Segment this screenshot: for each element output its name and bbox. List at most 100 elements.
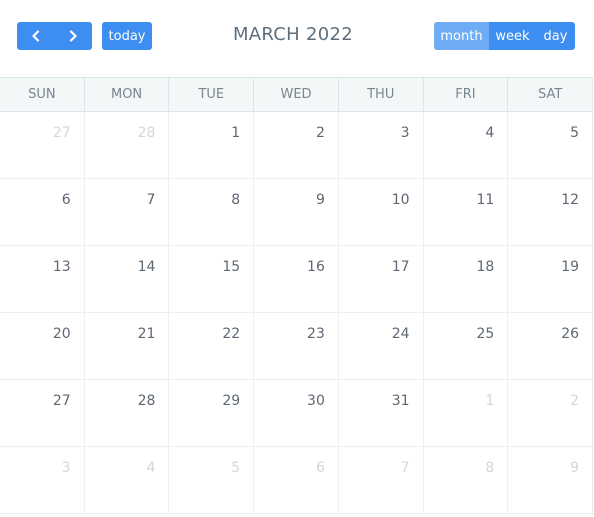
day-cell[interactable]: 8 bbox=[169, 179, 255, 245]
nav-button-group bbox=[17, 22, 92, 50]
month-grid: SUN MON TUE WED THU FRI SAT 27 28 1 2 3 4 5 6 7 8… bbox=[0, 77, 593, 515]
day-number[interactable]: 16 bbox=[307, 259, 325, 275]
day-cell[interactable]: 30 bbox=[254, 380, 339, 446]
day-cell[interactable]: 17 bbox=[339, 246, 424, 312]
day-cell[interactable]: 2 bbox=[254, 112, 339, 178]
day-cell[interactable]: 10 bbox=[339, 179, 424, 245]
view-month-button[interactable]: month bbox=[434, 22, 489, 50]
day-cell[interactable]: 7 bbox=[85, 179, 170, 245]
day-number[interactable]: 8 bbox=[231, 192, 240, 208]
next-button[interactable] bbox=[55, 22, 92, 50]
day-cell[interactable]: 18 bbox=[424, 246, 509, 312]
day-number[interactable]: 17 bbox=[392, 259, 410, 275]
day-number[interactable]: 30 bbox=[307, 393, 325, 409]
day-number[interactable]: 7 bbox=[147, 192, 156, 208]
day-cell[interactable]: 25 bbox=[424, 313, 509, 379]
day-number[interactable]: 3 bbox=[401, 125, 410, 141]
day-number[interactable]: 9 bbox=[316, 192, 325, 208]
prev-button[interactable] bbox=[18, 22, 55, 50]
day-cell[interactable]: 5 bbox=[508, 112, 592, 178]
chevron-right-icon bbox=[69, 30, 77, 42]
day-number[interactable]: 1 bbox=[231, 125, 240, 141]
day-cell[interactable]: 22 bbox=[169, 313, 255, 379]
day-number[interactable]: 5 bbox=[231, 460, 240, 476]
day-number[interactable]: 10 bbox=[392, 192, 410, 208]
day-cell-other-month[interactable]: 5 bbox=[169, 447, 255, 513]
day-cell-other-month[interactable]: 1 bbox=[424, 380, 509, 446]
day-number[interactable]: 31 bbox=[392, 393, 410, 409]
day-cell[interactable]: 9 bbox=[254, 179, 339, 245]
week-row: 20 21 22 23 24 25 26 bbox=[0, 313, 592, 380]
day-cell-other-month[interactable]: 4 bbox=[85, 447, 170, 513]
day-number[interactable]: 9 bbox=[570, 460, 579, 476]
day-number[interactable]: 1 bbox=[485, 393, 494, 409]
day-cell[interactable]: 27 bbox=[0, 380, 85, 446]
day-number[interactable]: 5 bbox=[570, 125, 579, 141]
day-number[interactable]: 19 bbox=[561, 259, 579, 275]
day-number[interactable]: 27 bbox=[53, 393, 71, 409]
day-number[interactable]: 28 bbox=[138, 393, 156, 409]
weekday-header-cell: SAT bbox=[538, 87, 563, 102]
day-cell-other-month[interactable]: 9 bbox=[508, 447, 592, 513]
day-number[interactable]: 15 bbox=[222, 259, 240, 275]
day-number[interactable]: 18 bbox=[476, 259, 494, 275]
day-number[interactable]: 7 bbox=[401, 460, 410, 476]
day-cell[interactable]: 28 bbox=[85, 380, 170, 446]
day-cell-other-month[interactable]: 3 bbox=[0, 447, 85, 513]
day-cell[interactable]: 31 bbox=[339, 380, 424, 446]
day-number[interactable]: 23 bbox=[307, 326, 325, 342]
weekday-header-cell: MON bbox=[85, 78, 170, 111]
day-cell[interactable]: 23 bbox=[254, 313, 339, 379]
day-cell-other-month[interactable]: 2 bbox=[508, 380, 592, 446]
today-button[interactable]: today bbox=[102, 22, 152, 50]
day-cell[interactable]: 4 bbox=[424, 112, 509, 178]
day-cell-other-month[interactable]: 7 bbox=[339, 447, 424, 513]
day-number[interactable]: 24 bbox=[392, 326, 410, 342]
day-number[interactable]: 25 bbox=[476, 326, 494, 342]
day-number[interactable]: 29 bbox=[222, 393, 240, 409]
view-week-button[interactable]: week bbox=[489, 22, 536, 50]
day-number[interactable]: 21 bbox=[138, 326, 156, 342]
weekday-header-cell: FRI bbox=[424, 78, 509, 111]
day-cell[interactable]: 29 bbox=[169, 380, 255, 446]
day-cell[interactable]: 20 bbox=[0, 313, 85, 379]
day-cell-other-month[interactable]: 8 bbox=[424, 447, 509, 513]
day-number[interactable]: 2 bbox=[570, 393, 579, 409]
day-number[interactable]: 8 bbox=[485, 460, 494, 476]
day-number[interactable]: 14 bbox=[138, 259, 156, 275]
day-cell-other-month[interactable]: 28 bbox=[85, 112, 170, 178]
day-number[interactable]: 3 bbox=[62, 460, 71, 476]
day-cell[interactable]: 19 bbox=[508, 246, 592, 312]
day-number[interactable]: 6 bbox=[62, 192, 71, 208]
day-cell[interactable]: 6 bbox=[0, 179, 85, 245]
day-cell[interactable]: 13 bbox=[0, 246, 85, 312]
day-cell[interactable]: 1 bbox=[169, 112, 255, 178]
day-cell-other-month[interactable]: 6 bbox=[254, 447, 339, 513]
view-day-button[interactable]: day bbox=[536, 22, 575, 50]
weekday-header: SUN MON TUE WED THU FRI SAT bbox=[0, 77, 592, 112]
day-cell[interactable]: 24 bbox=[339, 313, 424, 379]
day-number[interactable]: 11 bbox=[476, 192, 494, 208]
weekday-header-cell: THU bbox=[339, 78, 424, 111]
day-number[interactable]: 2 bbox=[316, 125, 325, 141]
day-number[interactable]: 20 bbox=[53, 326, 71, 342]
day-number[interactable]: 4 bbox=[147, 460, 156, 476]
day-number[interactable]: 22 bbox=[222, 326, 240, 342]
day-cell[interactable]: 11 bbox=[424, 179, 509, 245]
day-number[interactable]: 28 bbox=[138, 125, 156, 141]
day-number[interactable]: 4 bbox=[485, 125, 494, 141]
day-cell[interactable]: 15 bbox=[169, 246, 255, 312]
day-number[interactable]: 12 bbox=[561, 192, 579, 208]
day-number[interactable]: 13 bbox=[53, 259, 71, 275]
day-number[interactable]: 27 bbox=[53, 125, 71, 141]
day-cell[interactable]: 12 bbox=[508, 179, 592, 245]
day-number[interactable]: 6 bbox=[316, 460, 325, 476]
day-number[interactable]: 26 bbox=[561, 326, 579, 342]
day-cell[interactable]: 21 bbox=[85, 313, 170, 379]
day-cell-other-month[interactable]: 27 bbox=[0, 112, 85, 178]
week-row: 3 4 5 6 7 8 9 bbox=[0, 447, 592, 514]
day-cell[interactable]: 26 bbox=[508, 313, 592, 379]
day-cell[interactable]: 14 bbox=[85, 246, 170, 312]
day-cell[interactable]: 3 bbox=[339, 112, 424, 178]
day-cell[interactable]: 16 bbox=[254, 246, 339, 312]
